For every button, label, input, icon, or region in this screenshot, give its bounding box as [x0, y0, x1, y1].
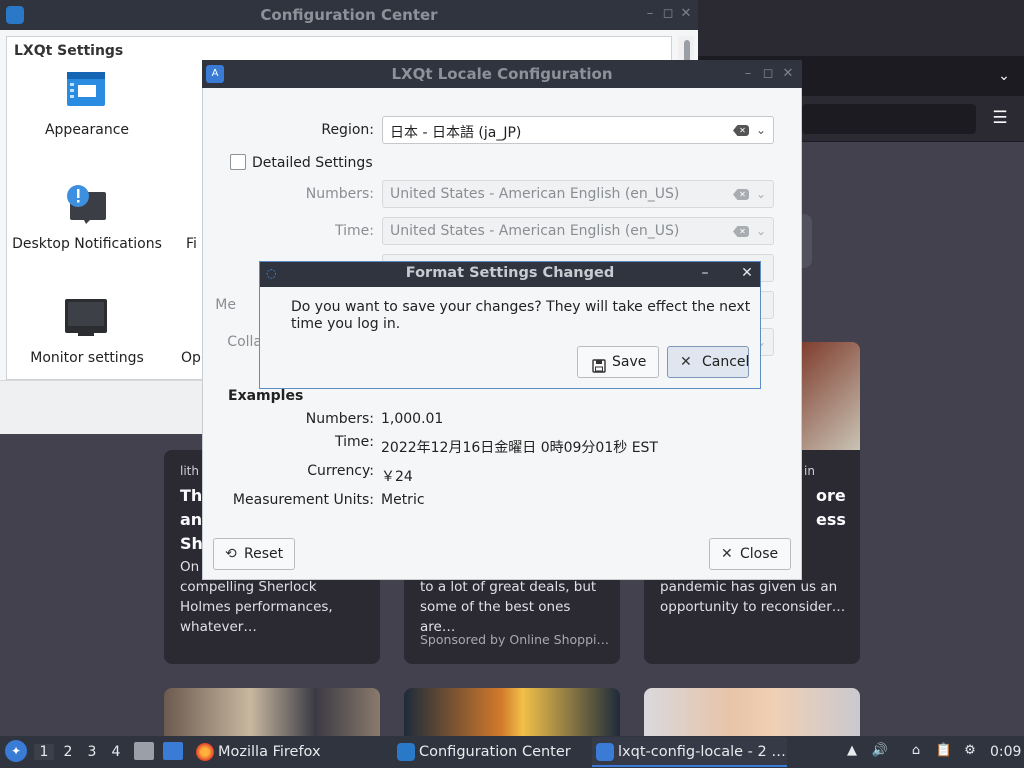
clear-icon[interactable]: ✕	[733, 226, 749, 237]
settings-item-desktop-notifications[interactable]: Desktop Notifications	[12, 236, 162, 253]
card-title-line: ore	[816, 486, 846, 505]
update-notifier-icon[interactable]: ⚙	[961, 742, 979, 760]
minimize-icon[interactable]: –	[740, 66, 756, 82]
settings-item-monitor-settings[interactable]: Monitor settings	[12, 350, 162, 367]
settings-section-title: LXQt Settings	[14, 43, 124, 59]
close-icon[interactable]: ✕	[738, 264, 756, 282]
settings-item-appearance[interactable]: Appearance	[12, 122, 162, 139]
file-manager-icon[interactable]	[134, 742, 154, 760]
task-configuration-center[interactable]: Configuration Center	[393, 737, 571, 767]
task-locale-config[interactable]: lxqt-config-locale - 2 …	[592, 737, 787, 767]
close-icon: ✕	[721, 546, 733, 562]
firefox-icon	[196, 743, 214, 761]
chevron-down-icon[interactable]: ⌄	[754, 185, 768, 203]
close-icon[interactable]: ✕	[678, 6, 694, 22]
numbers-value: United States - American English (en_US)	[390, 186, 680, 202]
example-units-label: Measurement Units:	[232, 492, 374, 508]
card-excerpt: compelling Sherlock Holmes performances,…	[180, 579, 333, 635]
cancel-icon: ✕	[680, 354, 692, 370]
clear-icon[interactable]: ✕	[733, 125, 749, 136]
task-config-center-label: Configuration Center	[419, 744, 571, 760]
minimize-icon[interactable]: –	[696, 264, 714, 282]
url-bar[interactable]	[802, 104, 976, 134]
close-button[interactable]: ✕ Close	[709, 538, 791, 570]
detailed-settings-checkbox[interactable]	[230, 154, 246, 170]
numbers-label: Numbers:	[305, 186, 374, 202]
time-value: United States - American English (en_US)	[390, 223, 680, 239]
card-title-line: an	[180, 510, 203, 529]
save-button-label: Save	[612, 354, 647, 370]
tray-up-arrow-icon[interactable]: ▲	[843, 742, 861, 760]
time-label: Time:	[335, 223, 374, 239]
task-firefox[interactable]: Mozilla Firefox	[192, 737, 321, 767]
main-menu-icon[interactable]: ✦	[5, 740, 27, 762]
example-time-value: 2022年12月16日金曜日 0時09分01秒 EST	[381, 440, 658, 456]
cancel-button-label: Cancel	[702, 354, 750, 370]
card-photo-fire[interactable]	[404, 688, 620, 736]
save-button[interactable]: Save	[577, 346, 659, 378]
tab-list-chevron-icon[interactable]: ⌄	[994, 66, 1014, 86]
example-currency-value: ￥24	[381, 469, 413, 485]
network-icon[interactable]: ⌂	[907, 742, 925, 760]
region-label: Region:	[321, 122, 374, 138]
dialog-title: Format Settings Changed	[405, 265, 615, 281]
hamburger-menu-icon[interactable]: ☰	[988, 108, 1012, 130]
example-units-value: Metric	[381, 492, 425, 508]
workspace-4[interactable]: 4	[106, 744, 126, 760]
numbers-combobox[interactable]: United States - American English (en_US)…	[382, 180, 774, 208]
cancel-button[interactable]: ✕ Cancel	[667, 346, 749, 378]
card-photo-people[interactable]	[164, 688, 380, 736]
clipboard-icon[interactable]: 📋	[935, 742, 953, 760]
workspace-3[interactable]: 3	[82, 744, 102, 760]
config-center-icon	[397, 743, 415, 761]
desktop-notifications-icon[interactable]	[66, 184, 108, 224]
chevron-down-icon[interactable]: ⌄	[754, 121, 768, 139]
minimize-icon[interactable]: –	[642, 6, 658, 22]
appearance-icon[interactable]	[66, 70, 106, 108]
dialog-message: Do you want to save your changes? They w…	[291, 299, 751, 332]
time-combobox[interactable]: United States - American English (en_US)…	[382, 217, 774, 245]
volume-icon[interactable]: 🔊	[871, 742, 889, 760]
undo-icon: ⟲	[225, 546, 237, 562]
example-numbers-label: Numbers:	[305, 411, 374, 427]
workspace-2[interactable]: 2	[58, 744, 78, 760]
examples-title: Examples	[228, 388, 304, 404]
card-title-line: Sh	[180, 534, 203, 553]
settings-item-partial[interactable]: Fi	[186, 236, 197, 252]
card-sponsor: Sponsored by Online Shoppi…	[420, 632, 610, 647]
measurement-label-partial: Me	[215, 297, 236, 313]
locale-window-title: LXQt Locale Configuration	[391, 65, 613, 83]
settings-item-partial[interactable]: Op	[181, 350, 201, 366]
card-excerpt: to a lot of great deals, but some of the…	[420, 579, 597, 635]
maximize-icon[interactable]: ◻	[760, 66, 776, 82]
example-currency-label: Currency:	[307, 463, 374, 479]
card-photo-woman[interactable]	[644, 688, 860, 736]
clear-icon[interactable]: ✕	[733, 189, 749, 200]
task-firefox-label: Mozilla Firefox	[218, 744, 321, 760]
region-combobox[interactable]: 日本 - 日本語 (ja_JP) ✕ ⌄	[382, 116, 774, 144]
maximize-icon[interactable]: ◻	[660, 6, 676, 22]
detailed-settings-label[interactable]: Detailed Settings	[252, 155, 373, 171]
show-desktop-icon[interactable]	[163, 742, 183, 760]
reset-button[interactable]: ⟲ Reset	[213, 538, 295, 570]
config-center-title: Configuration Center	[260, 6, 438, 24]
card-title-line: Th	[180, 486, 203, 505]
close-button-label: Close	[740, 546, 779, 562]
clock[interactable]: 0:09	[990, 744, 1021, 760]
card-excerpt: pandemic has given us an opportunity to …	[660, 579, 846, 615]
locale-config-icon	[596, 743, 614, 761]
card-source: in	[804, 464, 815, 478]
task-locale-config-label: lxqt-config-locale - 2 …	[618, 744, 786, 760]
region-value: 日本 - 日本語 (ja_JP)	[390, 125, 522, 141]
example-numbers-value: 1,000.01	[381, 411, 444, 427]
close-icon[interactable]: ✕	[780, 66, 796, 82]
card-source: lith	[180, 464, 199, 478]
chevron-down-icon[interactable]: ⌄	[754, 222, 768, 240]
save-icon	[592, 354, 606, 373]
workspace-1[interactable]: 1	[34, 744, 54, 760]
card-title-line: ess	[816, 510, 846, 529]
collation-label-partial: Colla	[227, 334, 262, 350]
example-time-label: Time:	[335, 434, 374, 450]
reset-button-label: Reset	[244, 546, 284, 562]
